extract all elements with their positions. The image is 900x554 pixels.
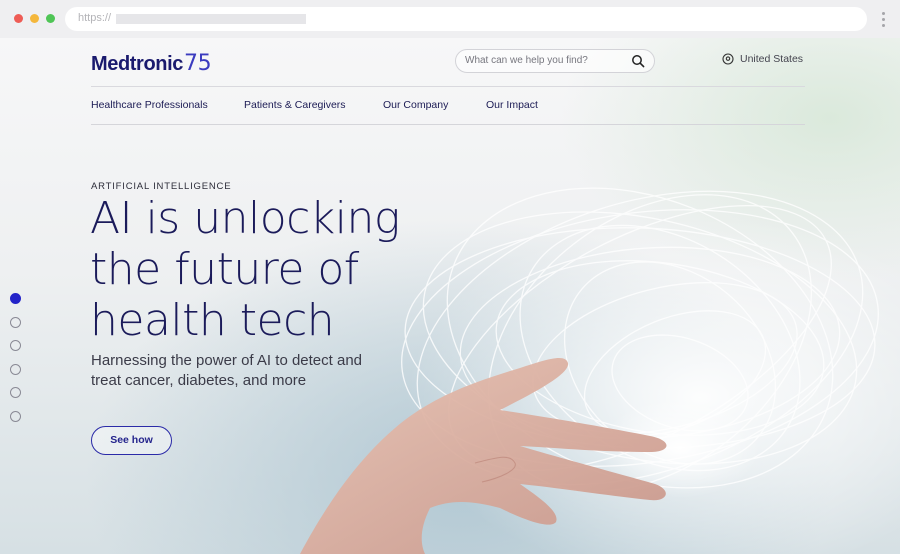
nav-item-our-impact[interactable]: Our Impact <box>486 99 538 111</box>
url-redacted <box>116 14 306 24</box>
hero-headline: AI is unlocking the future of health tec… <box>90 193 450 346</box>
minimize-window-button[interactable] <box>30 14 39 23</box>
carousel-dot[interactable] <box>10 293 21 304</box>
nav-item-our-company[interactable]: Our Company <box>383 99 448 111</box>
hero-subtitle: Harnessing the power of AI to detect and… <box>91 352 363 389</box>
nav-item-healthcare-professionals[interactable]: Healthcare Professionals <box>91 99 208 111</box>
region-selector[interactable]: United States <box>722 53 803 65</box>
hero-headline-line: health tech <box>90 295 335 346</box>
carousel-dot[interactable] <box>10 340 21 351</box>
nav-item-patients-caregivers[interactable]: Patients & Caregivers <box>244 99 346 111</box>
logo-wordmark: Medtronic <box>91 53 183 75</box>
nav-divider <box>91 124 805 125</box>
carousel-dot[interactable] <box>10 387 21 398</box>
search-icon[interactable] <box>631 54 645 68</box>
close-window-button[interactable] <box>14 14 23 23</box>
hero-headline-line: the future of <box>90 244 359 295</box>
search-placeholder: What can we help you find? <box>465 55 588 66</box>
address-bar[interactable]: https:// <box>65 7 867 31</box>
carousel-dot[interactable] <box>10 410 21 422</box>
hero-eyebrow: ARTIFICIAL INTELLIGENCE <box>91 181 232 192</box>
page: Medtronic75 What can we help you find? U… <box>0 38 900 554</box>
medtronic-logo[interactable]: Medtronic75 <box>91 51 212 76</box>
url-text: https:// <box>78 12 112 24</box>
location-pin-icon <box>722 53 734 65</box>
region-label: United States <box>740 53 804 65</box>
search-input[interactable]: What can we help you find? <box>455 49 655 73</box>
browser-chrome: https:// <box>0 0 900 38</box>
carousel-pager <box>10 293 22 434</box>
maximize-window-button[interactable] <box>46 14 55 23</box>
browser-menu-icon[interactable] <box>882 12 886 28</box>
hero-headline-line: AI is unlocking <box>90 193 400 244</box>
header-divider <box>91 86 805 87</box>
carousel-dot[interactable] <box>10 316 21 328</box>
see-how-button[interactable]: See how <box>91 426 172 455</box>
logo-anniversary-number: 75 <box>183 51 212 76</box>
carousel-dot[interactable] <box>10 363 21 375</box>
